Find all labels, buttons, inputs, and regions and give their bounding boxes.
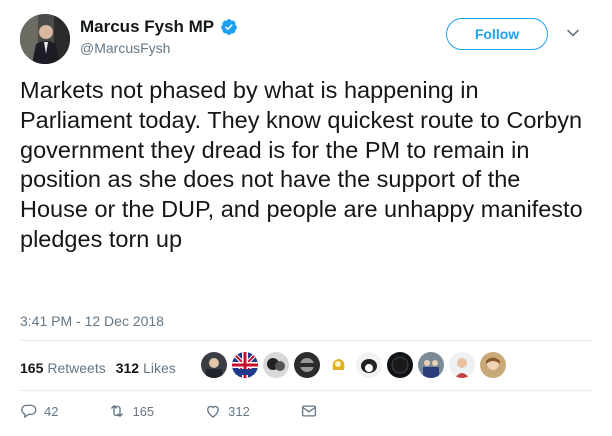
liker-avatar[interactable] [262, 351, 290, 379]
liker-avatars [200, 351, 510, 379]
reply-action[interactable]: 42 [20, 402, 58, 420]
reply-count: 42 [44, 403, 59, 419]
retweets-count: 165 [20, 360, 44, 376]
liker-avatar[interactable] [417, 351, 445, 379]
likes-label: Likes [143, 360, 176, 376]
liker-avatar[interactable] [355, 351, 383, 379]
reply-icon [21, 404, 37, 419]
verified-badge-icon [221, 19, 238, 35]
envelope-icon [301, 405, 316, 417]
tweet-text: Markets not phased by what is happening … [20, 77, 583, 252]
divider [20, 340, 592, 341]
liker-avatar[interactable] [386, 351, 414, 379]
author-handle[interactable]: @MarcusFysh [80, 40, 170, 56]
retweets-stat[interactable]: 165 Retweets [20, 360, 106, 376]
author-name-row: Marcus Fysh MP [80, 17, 238, 37]
liker-avatar[interactable] [448, 351, 476, 379]
action-bar: 42 165 312 [20, 402, 318, 420]
liker-avatar[interactable] [231, 351, 259, 379]
liker-avatar[interactable] [200, 351, 228, 379]
retweets-label: Retweets [47, 360, 106, 376]
likes-count: 312 [115, 360, 140, 376]
like-action[interactable]: 312 [204, 402, 250, 420]
tweet-timestamp[interactable]: 3:41 PM - 12 Dec 2018 [20, 313, 164, 329]
liker-avatar[interactable] [293, 351, 321, 379]
tweet-header: Marcus Fysh MP @MarcusFysh Follow [20, 14, 592, 64]
liker-avatar[interactable] [324, 351, 352, 379]
engagement-stats: 165 Retweets 312 Likes [20, 353, 186, 383]
follow-button[interactable]: Follow [446, 18, 548, 50]
retweet-icon [111, 405, 124, 417]
author-avatar[interactable] [20, 14, 70, 64]
message-action[interactable] [300, 402, 318, 420]
retweet-count: 165 [132, 403, 155, 419]
divider [20, 390, 592, 391]
liker-avatar[interactable] [479, 351, 507, 379]
heart-icon [207, 405, 220, 418]
chevron-down-icon[interactable] [566, 26, 580, 40]
likes-stat[interactable]: 312 Likes [116, 360, 176, 376]
retweet-action[interactable]: 165 [108, 402, 154, 420]
like-count: 312 [228, 403, 250, 419]
author-name[interactable]: Marcus Fysh MP [80, 17, 214, 37]
